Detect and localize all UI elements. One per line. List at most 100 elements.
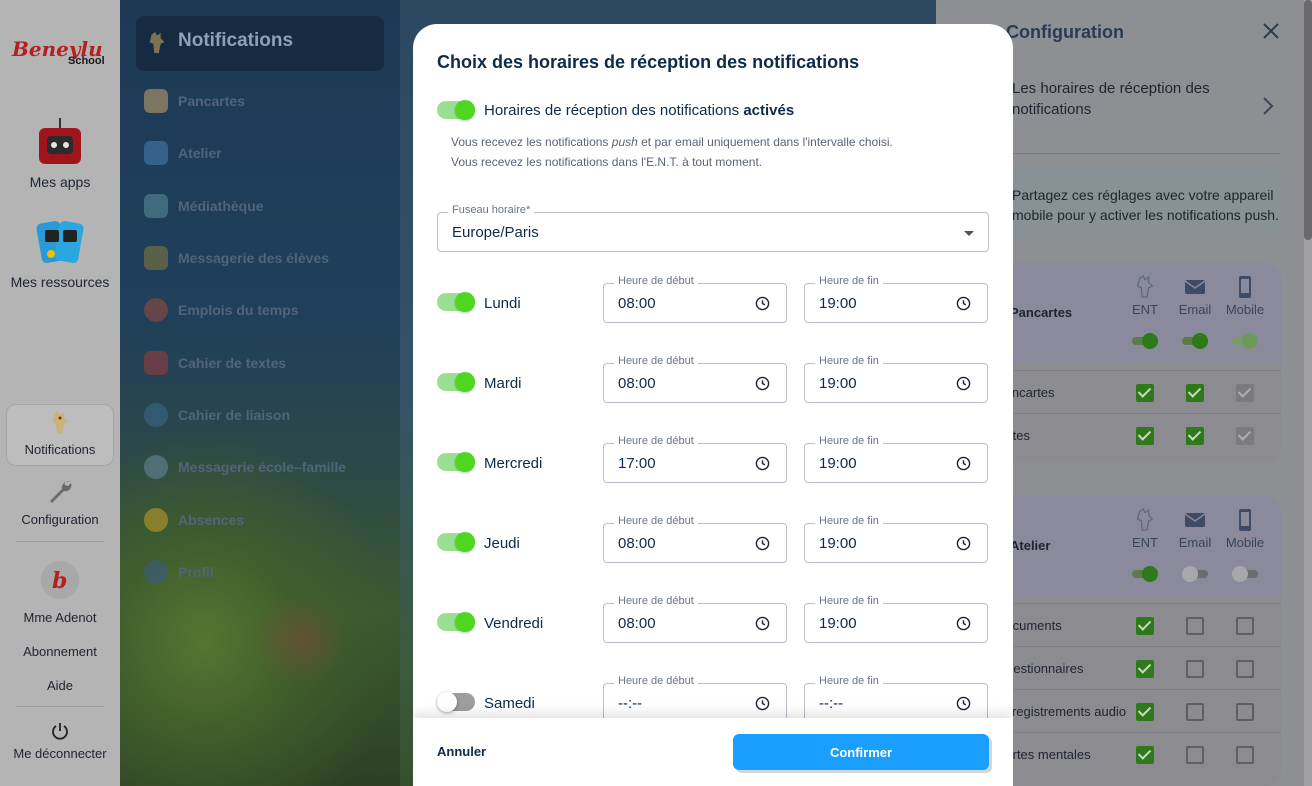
my-apps-button[interactable]: Mes apps [0, 116, 120, 190]
column-label: ENT [1132, 302, 1158, 317]
toggle-mobile[interactable] [1232, 566, 1258, 582]
checkbox[interactable] [1236, 703, 1254, 721]
backpack-icon [36, 221, 84, 263]
end-time-input[interactable]: Heure de fin 19:00 [804, 595, 988, 643]
close-icon[interactable] [1260, 20, 1282, 42]
checkbox[interactable] [1236, 384, 1254, 402]
checkbox[interactable] [1236, 660, 1254, 678]
beneylu-school-logo[interactable]: Beneylu School [10, 34, 110, 70]
toggle-email[interactable] [1182, 566, 1208, 582]
menu-label: Pancartes [178, 93, 245, 109]
checkbox[interactable] [1136, 703, 1154, 721]
schedule-settings-link[interactable]: Les horaires de réception des notificati… [1012, 78, 1252, 120]
notifications-nav[interactable]: Notifications [0, 410, 120, 457]
day-toggle[interactable] [437, 452, 475, 472]
checkbox[interactable] [1136, 427, 1154, 445]
user-name: Mme Adenot [23, 610, 97, 625]
toggle-ent[interactable] [1132, 333, 1158, 349]
day-toggle[interactable] [437, 532, 475, 552]
field-label: Heure de fin [815, 355, 883, 367]
checkbox[interactable] [1186, 660, 1204, 678]
end-time-input[interactable]: Heure de fin --:-- [804, 675, 988, 723]
column-mobile: Mobile [1221, 508, 1269, 550]
checkbox[interactable] [1236, 617, 1254, 635]
clock-icon [755, 536, 770, 551]
desc-text: Vous recevez les notifications [451, 135, 612, 149]
chevron-right-icon[interactable] [1262, 96, 1274, 116]
menu-label: Absences [178, 512, 245, 528]
checkbox[interactable] [1236, 746, 1254, 764]
start-time-input[interactable]: Heure de début --:-- [603, 675, 787, 723]
toggle-knob [455, 372, 475, 392]
description-line: Vous recevez les notifications push et p… [451, 135, 893, 149]
start-time-input[interactable]: Heure de début 08:00 [603, 595, 787, 643]
my-resources-label: Mes ressources [10, 274, 110, 290]
day-toggle[interactable] [437, 612, 475, 632]
timezone-select[interactable]: Fuseau horaire* Europe/Paris [437, 204, 989, 252]
start-time-input[interactable]: Heure de début 08:00 [603, 355, 787, 403]
menu-item-cahier-de-liaison[interactable]: Cahier de liaison [144, 399, 290, 431]
clock-icon [956, 376, 971, 391]
day-label: Jeudi [484, 535, 520, 552]
menu-label: Cahier de textes [178, 355, 287, 371]
checkbox[interactable] [1186, 746, 1204, 764]
day-toggle[interactable] [437, 692, 475, 712]
menu-item-messagerie-ecole-famille[interactable]: Messagerie école–famille [144, 451, 346, 483]
cancel-button[interactable]: Annuler [437, 744, 486, 759]
my-resources-button[interactable]: Mes ressources [0, 214, 120, 290]
start-time-input[interactable]: Heure de début 08:00 [603, 515, 787, 563]
column-label: Email [1178, 302, 1212, 317]
configuration-button[interactable]: Configuration [0, 478, 120, 527]
start-time-input[interactable]: Heure de début 08:00 [603, 275, 787, 323]
toggle-knob [1232, 566, 1248, 582]
toggle-mobile[interactable] [1232, 333, 1258, 349]
checkbox[interactable] [1136, 617, 1154, 635]
subscription-link[interactable]: Abonnement [0, 644, 120, 659]
master-toggle[interactable] [437, 100, 475, 120]
day-toggle[interactable] [437, 372, 475, 392]
menu-item-atelier[interactable]: Atelier [144, 137, 222, 169]
time-value: 19:00 [819, 375, 857, 392]
start-time-input[interactable]: Heure de début 17:00 [603, 435, 787, 483]
toggle-knob [455, 292, 475, 312]
checkbox[interactable] [1136, 746, 1154, 764]
checkbox[interactable] [1136, 660, 1154, 678]
end-time-input[interactable]: Heure de fin 19:00 [804, 435, 988, 483]
end-time-input[interactable]: Heure de fin 19:00 [804, 515, 988, 563]
menu-item-messagerie-eleves[interactable]: Messagerie des élèves [144, 242, 329, 274]
profile-button[interactable]: b Mme Adenot [0, 560, 120, 625]
logout-button[interactable]: Me déconnecter [0, 722, 120, 761]
column-label: ENT [1132, 535, 1158, 550]
menu-item-profil[interactable]: Profil [144, 556, 214, 588]
end-time-input[interactable]: Heure de fin 19:00 [804, 275, 988, 323]
menu-item-mediatheque[interactable]: Médiathèque [144, 190, 264, 222]
field-label: Heure de début [614, 675, 698, 687]
rooster-icon [1137, 508, 1154, 531]
mobile-icon [1239, 276, 1251, 298]
menu-item-absences[interactable]: Absences [144, 504, 244, 536]
info-line: Partagez ces réglages avec votre apparei… [1012, 187, 1274, 203]
end-time-input[interactable]: Heure de fin 19:00 [804, 355, 988, 403]
info-text: Partagez ces réglages avec votre apparei… [1012, 185, 1279, 225]
checkbox[interactable] [1186, 617, 1204, 635]
menu-item-pancartes[interactable]: Pancartes [144, 85, 245, 117]
clock-icon [755, 376, 770, 391]
checkbox[interactable] [1186, 427, 1204, 445]
help-link[interactable]: Aide [0, 678, 120, 693]
menu-label: Médiathèque [178, 198, 264, 214]
menu-item-cahier-de-textes[interactable]: Cahier de textes [144, 347, 286, 379]
checkbox[interactable] [1136, 384, 1154, 402]
toggle-email[interactable] [1182, 333, 1208, 349]
column-mobile: Mobile [1221, 275, 1269, 317]
logout-label: Me déconnecter [13, 746, 107, 761]
menu-item-emplois-du-temps[interactable]: Emplois du temps [144, 294, 299, 326]
checkbox[interactable] [1186, 384, 1204, 402]
toggle-ent[interactable] [1132, 566, 1158, 582]
duck-icon [144, 508, 168, 532]
day-toggle[interactable] [437, 292, 475, 312]
confirm-button[interactable]: Confirmer [733, 734, 989, 770]
checkbox[interactable] [1186, 703, 1204, 721]
checkbox[interactable] [1236, 427, 1254, 445]
scrollbar-thumb[interactable] [1304, 0, 1312, 240]
time-value: 08:00 [618, 615, 656, 632]
